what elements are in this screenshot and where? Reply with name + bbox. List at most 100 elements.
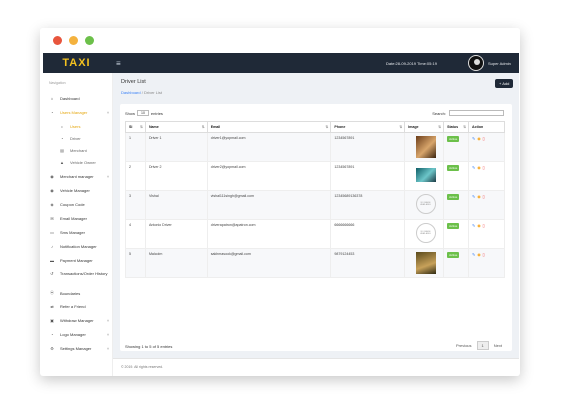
sidebar-item-merchant[interactable]: ▤ Merchant bbox=[59, 148, 119, 153]
eye-icon[interactable]: ◉ bbox=[477, 136, 480, 141]
cell-name: Vishal bbox=[144, 190, 208, 220]
sidebar-item-vehicle-manager[interactable]: ◉ Vehicle Manager bbox=[49, 188, 109, 193]
pagination-previous[interactable]: Previous bbox=[456, 343, 472, 348]
driver-photo bbox=[415, 168, 436, 182]
column-header-phone[interactable]: Phone ⇅ bbox=[330, 121, 406, 133]
status-badge[interactable]: Active bbox=[447, 136, 460, 142]
warning-icon: ▲ bbox=[60, 160, 64, 165]
status-badge[interactable]: Active bbox=[447, 252, 460, 258]
eye-icon[interactable]: ◉ bbox=[477, 165, 480, 170]
car-icon: ◉ bbox=[50, 174, 54, 179]
map-marker-icon: ⦿ bbox=[50, 290, 54, 295]
trash-icon[interactable]: ▯ bbox=[483, 252, 485, 257]
sidebar-item-refer-a-friend[interactable]: ⇄ Refer a Friend bbox=[49, 304, 109, 309]
sidebar-item-notification-manager[interactable]: ♪ Notification Manager bbox=[49, 244, 109, 249]
sidebar-item-settings-manager[interactable]: ⚙ Settings Manager ˅ bbox=[49, 346, 109, 351]
entries-select[interactable]: 10 bbox=[137, 110, 149, 116]
page-title: Driver List bbox=[121, 79, 146, 85]
history-icon: ↺ bbox=[50, 271, 54, 276]
breadcrumb-current: Driver List bbox=[143, 90, 162, 95]
top-navbar: TAXI ≡ Date:28-09-2019 Time:05:19 Super … bbox=[43, 53, 519, 73]
cell-action: ✎ ◉ ▯ bbox=[468, 219, 505, 249]
pagination-next[interactable]: Next bbox=[494, 343, 502, 348]
column-header-sl[interactable]: Sl ⇅ bbox=[125, 121, 146, 133]
column-header-name[interactable]: Name ⇅ bbox=[144, 121, 208, 133]
sidebar-item-coupon-code[interactable]: ◈ Coupon Code bbox=[49, 202, 109, 207]
cell-name: Driver 2 bbox=[144, 161, 208, 191]
cell-sl: 1 bbox=[125, 132, 146, 162]
sort-icon: ⇅ bbox=[463, 125, 467, 129]
edit-icon[interactable]: ✎ bbox=[472, 136, 475, 141]
status-badge[interactable]: Active bbox=[447, 194, 460, 200]
cell-action: ✎ ◉ ▯ bbox=[468, 132, 505, 162]
sidebar: Navigation ⌂ Dashboard ◔ Users Manager ˅ • U… bbox=[43, 73, 113, 376]
pagination: Previous 1 Next bbox=[456, 341, 502, 350]
close-window-button[interactable] bbox=[53, 36, 62, 45]
breadcrumb: Dashboard / Driver List bbox=[121, 90, 162, 95]
sidebar-item-dashboard[interactable]: ⌂ Dashboard bbox=[49, 96, 109, 101]
status-badge[interactable]: Active bbox=[447, 165, 460, 171]
sidebar-item-logo-manager[interactable]: ◔ Logo Manager ˅ bbox=[49, 332, 109, 337]
sidebar-item-boundaries[interactable]: ⦿ Boundaries bbox=[49, 290, 109, 296]
search-input[interactable] bbox=[449, 110, 504, 116]
eye-icon[interactable]: ◉ bbox=[477, 252, 480, 257]
sidebar-item-users-manager[interactable]: ◔ Users Manager ˅ bbox=[49, 110, 109, 115]
sidebar-item-payment-manager[interactable]: ▬ Payment Manager bbox=[49, 258, 109, 263]
breadcrumb-dashboard-link[interactable]: Dashboard bbox=[121, 90, 141, 95]
cell-phone: 9879124453 bbox=[330, 248, 406, 278]
column-header-email[interactable]: Email ⇅ bbox=[206, 121, 332, 133]
table-row: 3 Vishal vishal111singh@gmail.com 123456… bbox=[125, 190, 505, 220]
avatar[interactable] bbox=[468, 55, 484, 71]
sidebar-item-users[interactable]: • Users bbox=[59, 124, 119, 129]
sidebar-item-sms-manager[interactable]: ▭ Sms Manager bbox=[49, 230, 109, 235]
sidebar-item-email-manager[interactable]: ✉ Email Manager bbox=[49, 216, 109, 221]
sidebar-item-vehicle-owner[interactable]: ▲ Vehicle Owner bbox=[59, 160, 119, 165]
pagination-page-1[interactable]: 1 bbox=[476, 341, 489, 350]
sidebar-item-transactions[interactable]: ↺ Transactions/Order History bbox=[49, 271, 109, 276]
edit-icon[interactable]: ✎ bbox=[472, 194, 475, 199]
trash-icon[interactable]: ▯ bbox=[483, 223, 485, 228]
cell-image bbox=[404, 248, 445, 278]
trash-icon[interactable]: ▯ bbox=[483, 194, 485, 199]
edit-icon[interactable]: ✎ bbox=[472, 223, 475, 228]
breadcrumb-separator: / bbox=[141, 90, 143, 95]
eye-icon[interactable]: ◉ bbox=[477, 223, 480, 228]
cell-image: NO IMAGE AVAILABLE bbox=[404, 190, 445, 220]
user-name[interactable]: Super Admin bbox=[488, 61, 511, 66]
maximize-window-button[interactable] bbox=[85, 36, 94, 45]
sidebar-item-driver[interactable]: ◔ Driver bbox=[59, 136, 119, 141]
edit-icon[interactable]: ✎ bbox=[472, 165, 475, 170]
no-image-placeholder: NO IMAGE AVAILABLE bbox=[415, 223, 436, 243]
trash-icon[interactable]: ▯ bbox=[483, 136, 485, 141]
cell-email: driver1@yopmail.com bbox=[206, 132, 332, 162]
sidebar-item-merchant-manager[interactable]: ◉ Merchant manager ˅ bbox=[49, 174, 109, 179]
cell-image bbox=[404, 132, 445, 162]
sort-icon: ⇅ bbox=[438, 125, 442, 129]
table-row: 2 Driver 2 driver2@yopmail.com 123456789… bbox=[125, 161, 505, 191]
cell-status: Active bbox=[443, 132, 470, 162]
add-driver-button[interactable]: + Add bbox=[495, 79, 514, 88]
cell-action: ✎ ◉ ▯ bbox=[468, 190, 505, 220]
column-header-status[interactable]: Status ⇅ bbox=[443, 121, 470, 133]
hamburger-icon[interactable]: ≡ bbox=[116, 59, 121, 68]
no-image-placeholder: NO IMAGE AVAILABLE bbox=[415, 194, 436, 214]
car-icon: ◉ bbox=[50, 188, 54, 193]
trash-icon[interactable]: ▯ bbox=[483, 165, 485, 170]
user-icon: ◔ bbox=[50, 332, 54, 337]
table-info: Showing 1 to 5 of 5 entries bbox=[125, 344, 173, 349]
cell-status: Active bbox=[443, 190, 470, 220]
brand-logo[interactable]: TAXI bbox=[43, 53, 110, 73]
envelope-icon: ✉ bbox=[50, 216, 54, 221]
column-header-image[interactable]: Image ⇅ bbox=[404, 121, 445, 133]
share-icon: ⇄ bbox=[50, 304, 54, 309]
sidebar-item-withdraw-manager[interactable]: ▣ Withdraw Manager ˅ bbox=[49, 318, 109, 323]
minimize-window-button[interactable] bbox=[69, 36, 78, 45]
wallet-icon: ▣ bbox=[50, 318, 54, 323]
eye-icon[interactable]: ◉ bbox=[477, 194, 480, 199]
status-badge[interactable]: Active bbox=[447, 223, 460, 229]
cell-sl: 2 bbox=[125, 161, 146, 191]
edit-icon[interactable]: ✎ bbox=[472, 252, 475, 257]
cell-status: Active bbox=[443, 219, 470, 249]
ticket-icon: ◈ bbox=[50, 202, 54, 207]
sidebar-heading: Navigation bbox=[49, 81, 66, 85]
